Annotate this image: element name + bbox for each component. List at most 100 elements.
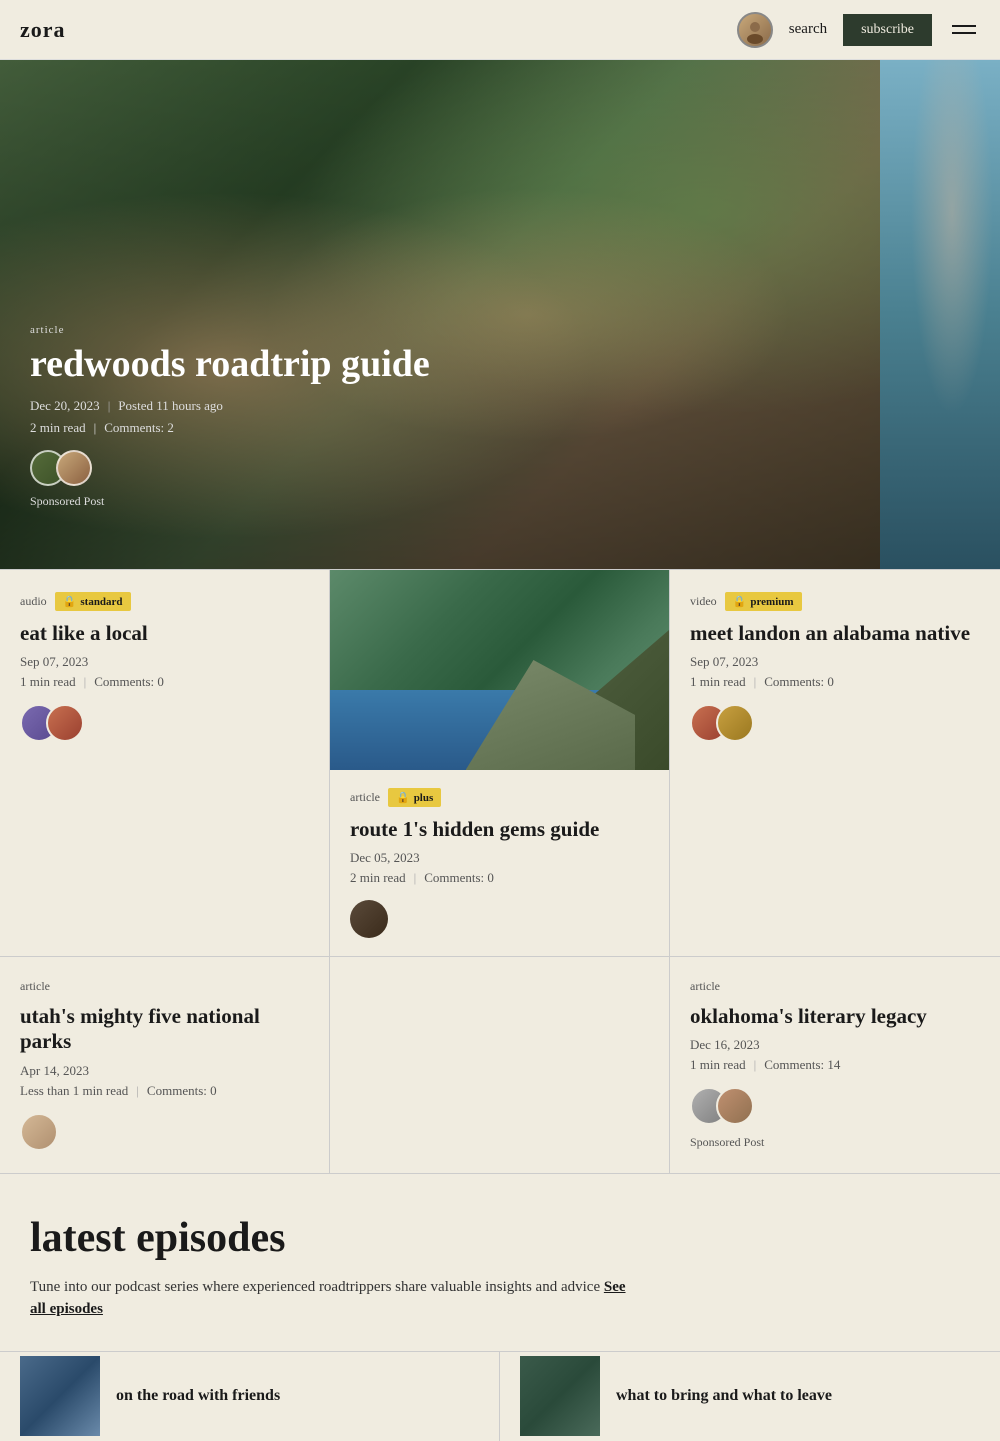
sep2: | <box>414 870 417 886</box>
hero-tag: article <box>30 324 430 336</box>
card-center-avatars <box>350 900 649 938</box>
card-center-content: article 🔒 plus route 1's hidden gems gui… <box>330 770 669 956</box>
badge-label-right: premium <box>750 596 793 608</box>
card2-left-date: Apr 14, 2023 <box>20 1063 309 1079</box>
card-right-title: meet landon an alabama native <box>690 621 980 646</box>
sep5: | <box>754 1057 757 1073</box>
badge-icon-center: 🔒 <box>396 791 410 804</box>
card-right-comments: Comments: 0 <box>764 674 834 690</box>
header-right: search subscribe <box>737 12 980 48</box>
card2-right-read: 1 min read <box>690 1057 746 1073</box>
card-utah-parks[interactable]: article utah's mighty five national park… <box>0 957 330 1172</box>
card-right-tag-row: video 🔒 premium <box>690 592 980 611</box>
avatar-2 <box>56 450 92 486</box>
card2-left-comments: Comments: 0 <box>147 1083 217 1099</box>
hero-side-scene <box>880 60 1000 569</box>
avatar-5 <box>350 900 388 938</box>
card-left-title: eat like a local <box>20 621 309 646</box>
card2-right-tag: article <box>690 979 720 994</box>
avatar-7 <box>716 704 754 742</box>
card2-right-avatars <box>690 1087 980 1125</box>
card-left-avatars <box>20 704 309 742</box>
card2-left-read: Less than 1 min read <box>20 1083 128 1099</box>
card-center-meta: 2 min read | Comments: 0 <box>350 870 649 886</box>
badge-label-center: plus <box>414 792 434 804</box>
card-grid-row1: audio 🔒 standard eat like a local Sep 07… <box>0 570 1000 957</box>
card2-right-meta: 1 min read | Comments: 14 <box>690 1057 980 1073</box>
badge-label: standard <box>80 596 122 608</box>
episode-thumb-1 <box>20 1356 100 1436</box>
card-grid-row2: article utah's mighty five national park… <box>0 957 1000 1173</box>
avatar-8 <box>20 1113 58 1151</box>
subscribe-button[interactable]: subscribe <box>843 14 932 46</box>
card2-right-tag-row: article <box>690 979 980 994</box>
episode-thumb-2 <box>520 1356 600 1436</box>
avatar-10 <box>716 1087 754 1125</box>
card2-left-title: utah's mighty five national parks <box>20 1004 309 1054</box>
card2-right-comments: Comments: 14 <box>764 1057 840 1073</box>
card2-left-meta: Less than 1 min read | Comments: 0 <box>20 1083 309 1099</box>
card-right-badge: 🔒 premium <box>725 592 802 611</box>
card-center-read: 2 min read <box>350 870 406 886</box>
card-left-badge: 🔒 standard <box>55 592 131 611</box>
episodes-description: Tune into our podcast series where exper… <box>30 1276 630 1321</box>
card2-right-sponsored: Sponsored Post <box>690 1135 980 1150</box>
sep3: | <box>754 674 757 690</box>
hero-side-image[interactable] <box>880 60 1000 569</box>
hero-read-time: 2 min read <box>30 420 86 436</box>
card-center-image <box>330 570 669 770</box>
card-right-tag: video <box>690 594 717 609</box>
latest-episodes-section: latest episodes Tune into our podcast se… <box>0 1174 1000 1351</box>
card-left-date: Sep 07, 2023 <box>20 654 309 670</box>
sep4: | <box>136 1083 139 1099</box>
card2-left-tag: article <box>20 979 50 994</box>
sep: | <box>84 674 87 690</box>
episodes-desc-text: Tune into our podcast series where exper… <box>30 1279 600 1295</box>
episode-card-1[interactable]: on the road with friends <box>0 1352 500 1441</box>
card-route1-hidden-gems[interactable]: article 🔒 plus route 1's hidden gems gui… <box>330 570 670 956</box>
card-center-date: Dec 05, 2023 <box>350 850 649 866</box>
hero-meta: Dec 20, 2023 | Posted 11 hours ago <box>30 398 430 414</box>
hero-separator2: | <box>94 420 97 436</box>
card-oklahoma-literary[interactable]: article oklahoma's literary legacy Dec 1… <box>670 957 1000 1172</box>
card-center-comments: Comments: 0 <box>424 870 494 886</box>
card-center-badge: 🔒 plus <box>388 788 441 807</box>
logo: zora <box>20 17 66 43</box>
card-eat-like-local[interactable]: audio 🔒 standard eat like a local Sep 07… <box>0 570 330 956</box>
search-button[interactable]: search <box>789 21 827 38</box>
hero-separator: | <box>108 398 111 414</box>
menu-button[interactable] <box>948 21 980 38</box>
card-center-tag-row: article 🔒 plus <box>350 788 649 807</box>
episode-card-2[interactable]: what to bring and what to leave <box>500 1352 1000 1441</box>
hero-title: redwoods roadtrip guide <box>30 344 430 386</box>
card-left-read: 1 min read <box>20 674 76 690</box>
hero-sponsored: Sponsored Post <box>30 494 430 509</box>
card2-left-tag-row: article <box>20 979 309 994</box>
avatar-4 <box>46 704 84 742</box>
card-left-meta: 1 min read | Comments: 0 <box>20 674 309 690</box>
card-center-title: route 1's hidden gems guide <box>350 817 649 842</box>
episodes-title: latest episodes <box>30 1214 970 1262</box>
hero-date: Dec 20, 2023 <box>30 398 100 414</box>
hero-read-comments: 2 min read | Comments: 2 <box>30 420 430 436</box>
hero-content: article redwoods roadtrip guide Dec 20, … <box>30 324 430 509</box>
card2-left-avatars <box>20 1113 309 1151</box>
site-header: zora search subscribe <box>0 0 1000 60</box>
card-left-comments: Comments: 0 <box>94 674 164 690</box>
user-avatar[interactable] <box>737 12 773 48</box>
hero-avatars <box>30 450 430 486</box>
card2-right-title: oklahoma's literary legacy <box>690 1004 980 1029</box>
card-meet-landon[interactable]: video 🔒 premium meet landon an alabama n… <box>670 570 1000 956</box>
hero-posted: Posted 11 hours ago <box>118 398 223 414</box>
card-right-date: Sep 07, 2023 <box>690 654 980 670</box>
episode-title-1: on the road with friends <box>116 1387 280 1405</box>
badge-icon-right: 🔒 <box>733 595 747 608</box>
card-right-meta: 1 min read | Comments: 0 <box>690 674 980 690</box>
episode-cards: on the road with friends what to bring a… <box>0 1351 1000 1441</box>
card-right-avatars <box>690 704 980 742</box>
card-right-read: 1 min read <box>690 674 746 690</box>
hero-main-article[interactable]: article redwoods roadtrip guide Dec 20, … <box>0 60 880 569</box>
card2-center-spacer <box>330 957 670 1172</box>
card-center-tag: article <box>350 790 380 805</box>
badge-icon: 🔒 <box>63 595 77 608</box>
